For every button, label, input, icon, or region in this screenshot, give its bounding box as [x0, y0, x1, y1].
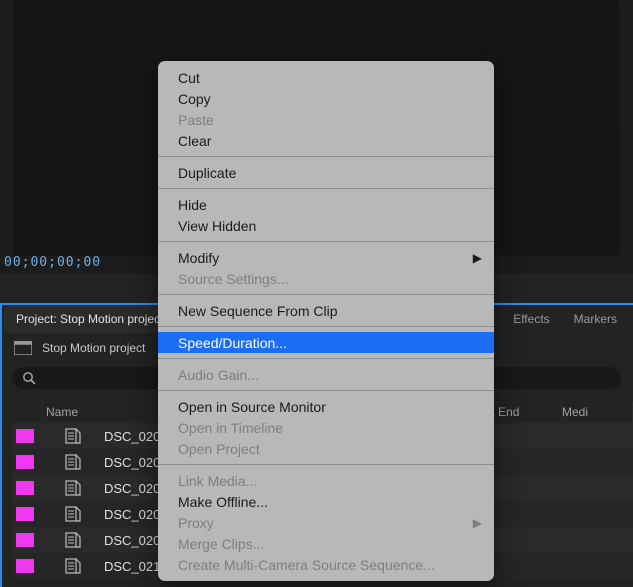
- menu-item-duplicate[interactable]: Duplicate: [158, 162, 494, 183]
- submenu-arrow-icon: ▶: [473, 251, 482, 265]
- menu-item-open-in-source-monitor[interactable]: Open in Source Monitor: [158, 396, 494, 417]
- menu-item-label: Merge Clips...: [178, 536, 264, 552]
- menu-item-new-sequence-from-clip[interactable]: New Sequence From Clip: [158, 300, 494, 321]
- menu-item-label: Cut: [178, 70, 200, 86]
- search-icon: [22, 371, 36, 385]
- label-swatch: [16, 507, 34, 521]
- menu-item-label: Link Media...: [178, 473, 257, 489]
- bin-icon: [14, 341, 32, 355]
- tab-effects[interactable]: Effects: [501, 305, 561, 333]
- menu-item-create-multi-camera-source-sequence: Create Multi-Camera Source Sequence...: [158, 554, 494, 575]
- breadcrumb-name: Stop Motion project: [42, 341, 145, 355]
- menu-item-label: View Hidden: [178, 218, 256, 234]
- menu-item-label: Open in Timeline: [178, 420, 283, 436]
- menu-separator: [158, 464, 494, 465]
- tab-markers[interactable]: Markers: [562, 305, 629, 333]
- label-swatch: [16, 481, 34, 495]
- menu-item-label: Open in Source Monitor: [178, 399, 326, 415]
- timecode-display[interactable]: 00;00;00;00: [4, 255, 101, 270]
- menu-item-make-offline[interactable]: Make Offline...: [158, 491, 494, 512]
- label-swatch: [16, 455, 34, 469]
- menu-item-label: Copy: [178, 91, 211, 107]
- menu-item-modify[interactable]: Modify ▶: [158, 247, 494, 268]
- label-swatch: [16, 429, 34, 443]
- label-swatch: [16, 559, 34, 573]
- label-swatch: [16, 533, 34, 547]
- menu-item-label: Modify: [178, 250, 219, 266]
- clip-icon: [62, 480, 84, 496]
- clip-icon: [62, 532, 84, 548]
- menu-item-view-hidden[interactable]: View Hidden: [158, 215, 494, 236]
- submenu-arrow-icon: ▶: [473, 516, 482, 530]
- menu-item-clear[interactable]: Clear: [158, 130, 494, 151]
- menu-separator: [158, 241, 494, 242]
- menu-item-label: Speed/Duration...: [178, 335, 287, 351]
- menu-item-open-in-timeline: Open in Timeline: [158, 417, 494, 438]
- context-menu: Cut Copy Paste Clear Duplicate Hide View Hidde…: [158, 61, 494, 581]
- menu-separator: [158, 326, 494, 327]
- clip-icon: [62, 428, 84, 444]
- menu-item-copy[interactable]: Copy: [158, 88, 494, 109]
- menu-item-label: New Sequence From Clip: [178, 303, 338, 319]
- menu-item-label: Create Multi-Camera Source Sequence...: [178, 557, 435, 573]
- menu-item-label: Source Settings...: [178, 271, 289, 287]
- clip-icon: [62, 454, 84, 470]
- menu-separator: [158, 294, 494, 295]
- menu-item-audio-gain: Audio Gain...: [158, 364, 494, 385]
- clip-icon: [62, 506, 84, 522]
- menu-item-merge-clips: Merge Clips...: [158, 533, 494, 554]
- menu-item-label: Clear: [178, 133, 211, 149]
- menu-separator: [158, 358, 494, 359]
- clip-icon: [62, 558, 84, 574]
- menu-item-label: Proxy: [178, 515, 214, 531]
- menu-item-source-settings: Source Settings...: [158, 268, 494, 289]
- menu-item-hide[interactable]: Hide: [158, 194, 494, 215]
- menu-item-speed-duration[interactable]: Speed/Duration...: [158, 332, 494, 353]
- menu-separator: [158, 188, 494, 189]
- tab-project[interactable]: Project: Stop Motion projec: [4, 305, 172, 333]
- menu-item-label: Audio Gain...: [178, 367, 259, 383]
- menu-separator: [158, 390, 494, 391]
- menu-item-label: Duplicate: [178, 165, 236, 181]
- menu-separator: [158, 156, 494, 157]
- menu-item-label: Paste: [178, 112, 214, 128]
- menu-item-label: Open Project: [178, 441, 260, 457]
- menu-item-cut[interactable]: Cut: [158, 67, 494, 88]
- menu-item-proxy: Proxy ▶: [158, 512, 494, 533]
- col-media[interactable]: Medi: [562, 401, 633, 423]
- menu-item-label: Hide: [178, 197, 207, 213]
- menu-item-link-media: Link Media...: [158, 470, 494, 491]
- menu-item-label: Make Offline...: [178, 494, 268, 510]
- menu-item-open-project: Open Project: [158, 438, 494, 459]
- menu-item-paste: Paste: [158, 109, 494, 130]
